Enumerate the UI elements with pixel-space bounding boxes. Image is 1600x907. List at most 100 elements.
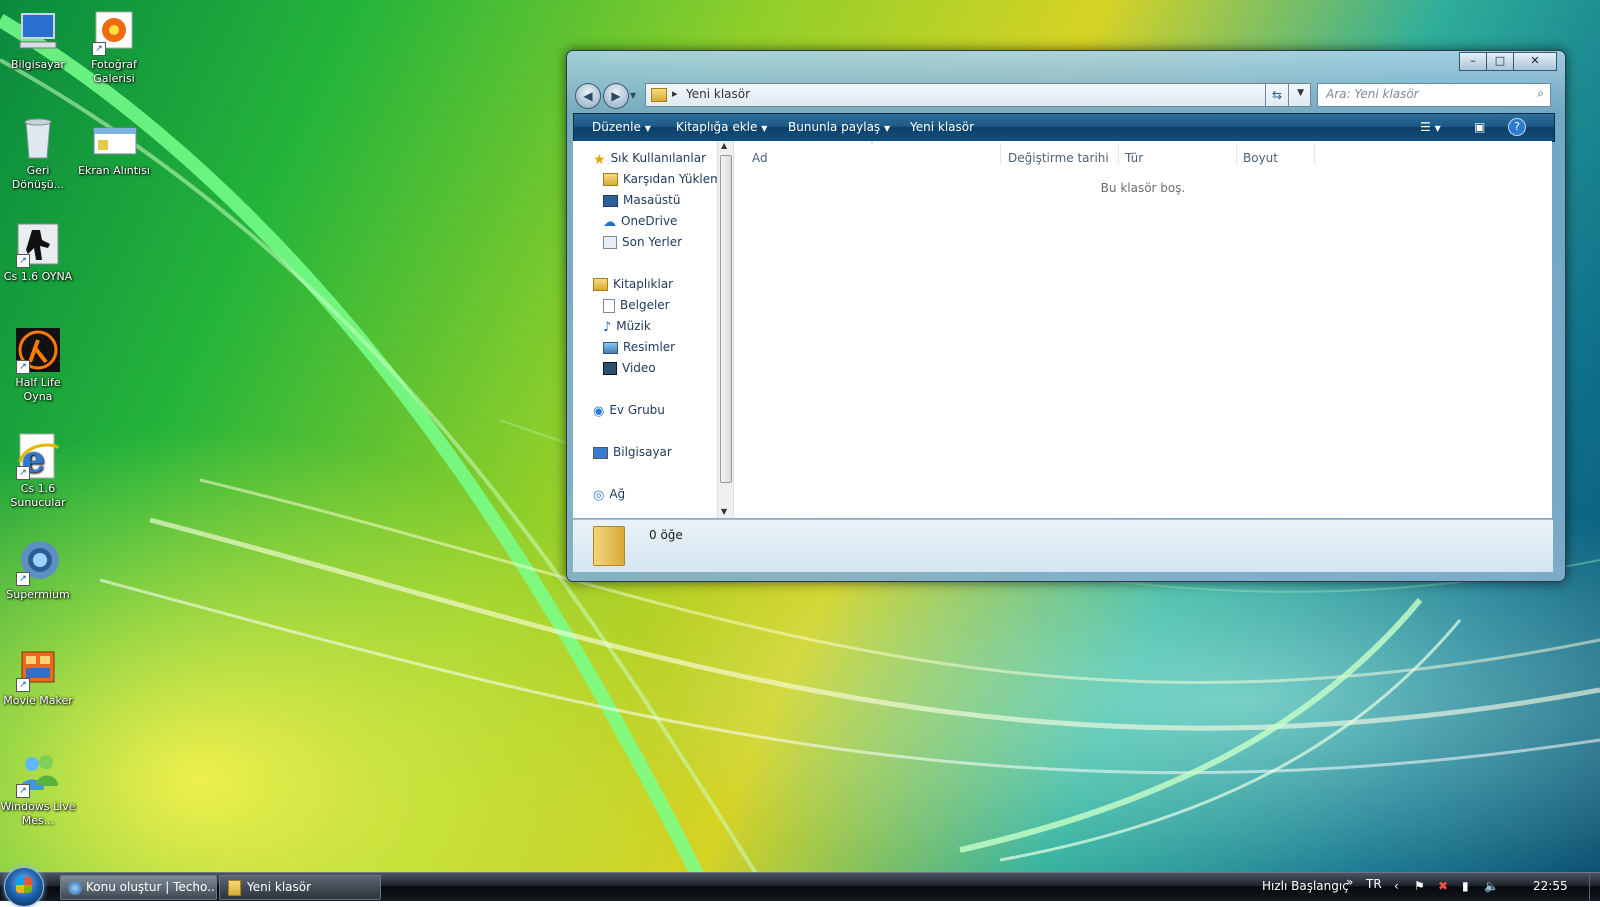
column-date-modified[interactable]: Değiştirme tarihi <box>1008 151 1109 165</box>
tray-volume-icon[interactable]: 🔈 <box>1484 879 1499 893</box>
folder-large-icon <box>593 526 625 566</box>
chevron-down-icon: ▼ <box>761 124 768 133</box>
nav-label: Kitaplıklar <box>613 277 674 291</box>
half-life-icon: ↗ <box>14 326 62 374</box>
start-button[interactable] <box>4 867 44 907</box>
navigation-pane: ★ Sık Kullanılanlar Karşıdan Yüklem Masaü… <box>573 141 734 518</box>
shortcut-arrow-icon: ↗ <box>16 466 30 480</box>
nav-label: Resimler <box>623 340 676 354</box>
search-box[interactable]: Ara: Yeni klasör ⌕ <box>1317 83 1551 107</box>
nav-music[interactable]: ♪ Müzik <box>603 319 651 335</box>
shortcut-arrow-icon: ↗ <box>92 42 106 56</box>
organize-button[interactable]: Düzenle ▼ <box>592 120 651 134</box>
chevron-left-icon: ‹ <box>1394 879 1399 893</box>
tray-warning-icon[interactable]: ✖ <box>1438 879 1448 893</box>
cloud-icon: ☁ <box>603 214 616 230</box>
share-with-button[interactable]: Bununla paylaş ▼ <box>788 120 890 134</box>
column-size[interactable]: Boyut <box>1243 151 1278 165</box>
column-divider[interactable] <box>1118 143 1119 165</box>
desktop-icon-half-life[interactable]: ↗ Half Life Oyna <box>0 326 76 404</box>
scroll-down-icon[interactable]: ▼ <box>721 507 727 516</box>
language-indicator[interactable]: TR <box>1366 877 1382 891</box>
desktop-icon-supermium[interactable]: ↗ Supermium <box>0 538 76 602</box>
folder-icon <box>603 173 618 186</box>
desktop-icon-snipping-tool[interactable]: Ekran Alıntısı <box>76 114 152 178</box>
taskbar-item-folder[interactable]: Yeni klasör <box>219 875 381 900</box>
snipping-tool-icon <box>90 114 138 162</box>
maximize-button[interactable]: □ <box>1486 52 1514 71</box>
nav-videos[interactable]: Video <box>603 361 656 375</box>
scroll-thumb[interactable] <box>720 155 732 483</box>
show-desktop-button[interactable] <box>1589 873 1600 901</box>
close-button[interactable]: ✕ <box>1513 52 1557 71</box>
nav-label: Müzik <box>616 319 651 333</box>
nav-recent-places[interactable]: Son Yerler <box>603 235 682 249</box>
address-bar[interactable]: ▸ Yeni klasör ▼ <box>645 83 1311 107</box>
add-to-library-button[interactable]: Kitaplığa ekle ▼ <box>676 120 767 134</box>
windows-logo-icon <box>16 877 32 893</box>
column-divider[interactable] <box>1236 143 1237 165</box>
desktop-icon-label: Geri Dönüşü... <box>11 164 65 191</box>
empty-folder-message: Bu klasör boş. <box>1100 181 1186 195</box>
refresh-button[interactable]: ⇆ <box>1265 83 1289 107</box>
quick-launch-chevron[interactable]: » <box>1346 875 1353 889</box>
desktop-icon-cs16[interactable]: ↗ Cs 1.6 OYNA <box>0 220 76 284</box>
address-dropdown-icon[interactable]: ▼ <box>1297 88 1304 98</box>
nav-network[interactable]: ◎ Ağ <box>593 487 625 503</box>
recent-pages-dropdown[interactable]: ▼ <box>630 91 636 100</box>
forward-button[interactable]: ▶ <box>603 83 629 109</box>
nav-computer[interactable]: Bilgisayar <box>593 445 672 459</box>
taskbar-item-browser[interactable]: Konu oluştur | Techo... <box>60 875 217 900</box>
nav-scrollbar[interactable]: ▲ ▼ <box>717 141 733 518</box>
nav-onedrive[interactable]: ☁ OneDrive <box>603 214 677 230</box>
supermium-browser-icon: ↗ <box>14 538 62 586</box>
computer-icon <box>593 446 608 459</box>
computer-icon <box>14 8 62 56</box>
recycle-bin-icon <box>14 114 62 162</box>
desktop-icon-movie-maker[interactable]: ↗ Movie Maker <box>0 644 76 708</box>
view-options-button[interactable]: ☰ ▼ <box>1420 120 1441 134</box>
breadcrumb-separator[interactable]: ▸ <box>672 87 678 100</box>
column-divider[interactable] <box>1000 143 1001 165</box>
view-list-icon: ☰ <box>1420 120 1431 134</box>
windows-live-messenger-icon: ↗ <box>14 750 62 798</box>
column-name[interactable]: Ad <box>752 151 768 165</box>
nav-libraries[interactable]: Kitaplıklar <box>593 277 673 291</box>
column-type[interactable]: Tür <box>1125 151 1143 165</box>
desktop-icon-photo-gallery[interactable]: ↗ Fotoğraf Galerisi <box>76 8 152 86</box>
video-icon <box>603 362 617 375</box>
clock[interactable]: 22:55 <box>1533 879 1568 893</box>
nav-documents[interactable]: Belgeler <box>603 298 670 313</box>
minimize-button[interactable]: – <box>1459 52 1487 71</box>
file-list[interactable]: Ad ˄ Değiştirme tarihi Tür Boyut Bu klas… <box>734 141 1552 518</box>
search-icon[interactable]: ⌕ <box>1537 86 1544 101</box>
scroll-up-icon[interactable]: ▲ <box>721 141 727 150</box>
desktop-icon-label: Supermium <box>6 588 70 601</box>
quick-launch-toolbar[interactable]: Hızlı Başlangıç <box>1262 879 1349 893</box>
preview-pane-button[interactable]: ▣ <box>1474 120 1485 134</box>
nav-label: Sık Kullanılanlar <box>610 151 707 165</box>
desktop-icon-windows-live-messenger[interactable]: ↗ Windows Live Mes... <box>0 750 76 828</box>
nav-desktop[interactable]: Masaüstü <box>603 193 680 207</box>
tray-network-icon[interactable]: ▮ <box>1462 879 1469 893</box>
new-folder-button[interactable]: Yeni klasör <box>910 120 974 134</box>
nav-homegroup[interactable]: ◉ Ev Grubu <box>593 403 665 419</box>
nav-favorites[interactable]: ★ Sık Kullanılanlar <box>593 151 707 168</box>
nav-downloads[interactable]: Karşıdan Yüklem <box>603 172 722 186</box>
show-hidden-icons-button[interactable]: ‹ <box>1394 879 1399 893</box>
desktop-icon-label: Cs 1.6 Sunucular <box>10 482 66 509</box>
help-icon: ? <box>1514 120 1520 133</box>
nav-pictures[interactable]: Resimler <box>603 340 675 354</box>
desktop-icon-label: Fotoğraf Galerisi <box>91 58 137 85</box>
desktop-icon-recycle-bin[interactable]: Geri Dönüşü... <box>0 114 76 192</box>
desktop: Bilgisayar ↗ Fotoğraf Galerisi Geri Dönü… <box>0 0 1600 872</box>
explorer-window[interactable]: – □ ✕ ◀ ▶ ▼ ▸ Yeni klasör ▼ ⇆ Ara: Yeni … <box>566 50 1566 582</box>
tray-security-icon[interactable]: ⚑ <box>1414 879 1425 893</box>
desktop-icon-cs16-servers[interactable]: e ↗ Cs 1.6 Sunucular <box>0 432 76 510</box>
desktop-icon-computer[interactable]: Bilgisayar <box>0 8 76 72</box>
help-button[interactable]: ? <box>1508 118 1526 136</box>
counter-strike-icon: ↗ <box>14 220 62 268</box>
breadcrumb-current[interactable]: Yeni klasör <box>686 87 750 101</box>
back-button[interactable]: ◀ <box>575 83 601 109</box>
column-divider[interactable] <box>1314 143 1315 165</box>
